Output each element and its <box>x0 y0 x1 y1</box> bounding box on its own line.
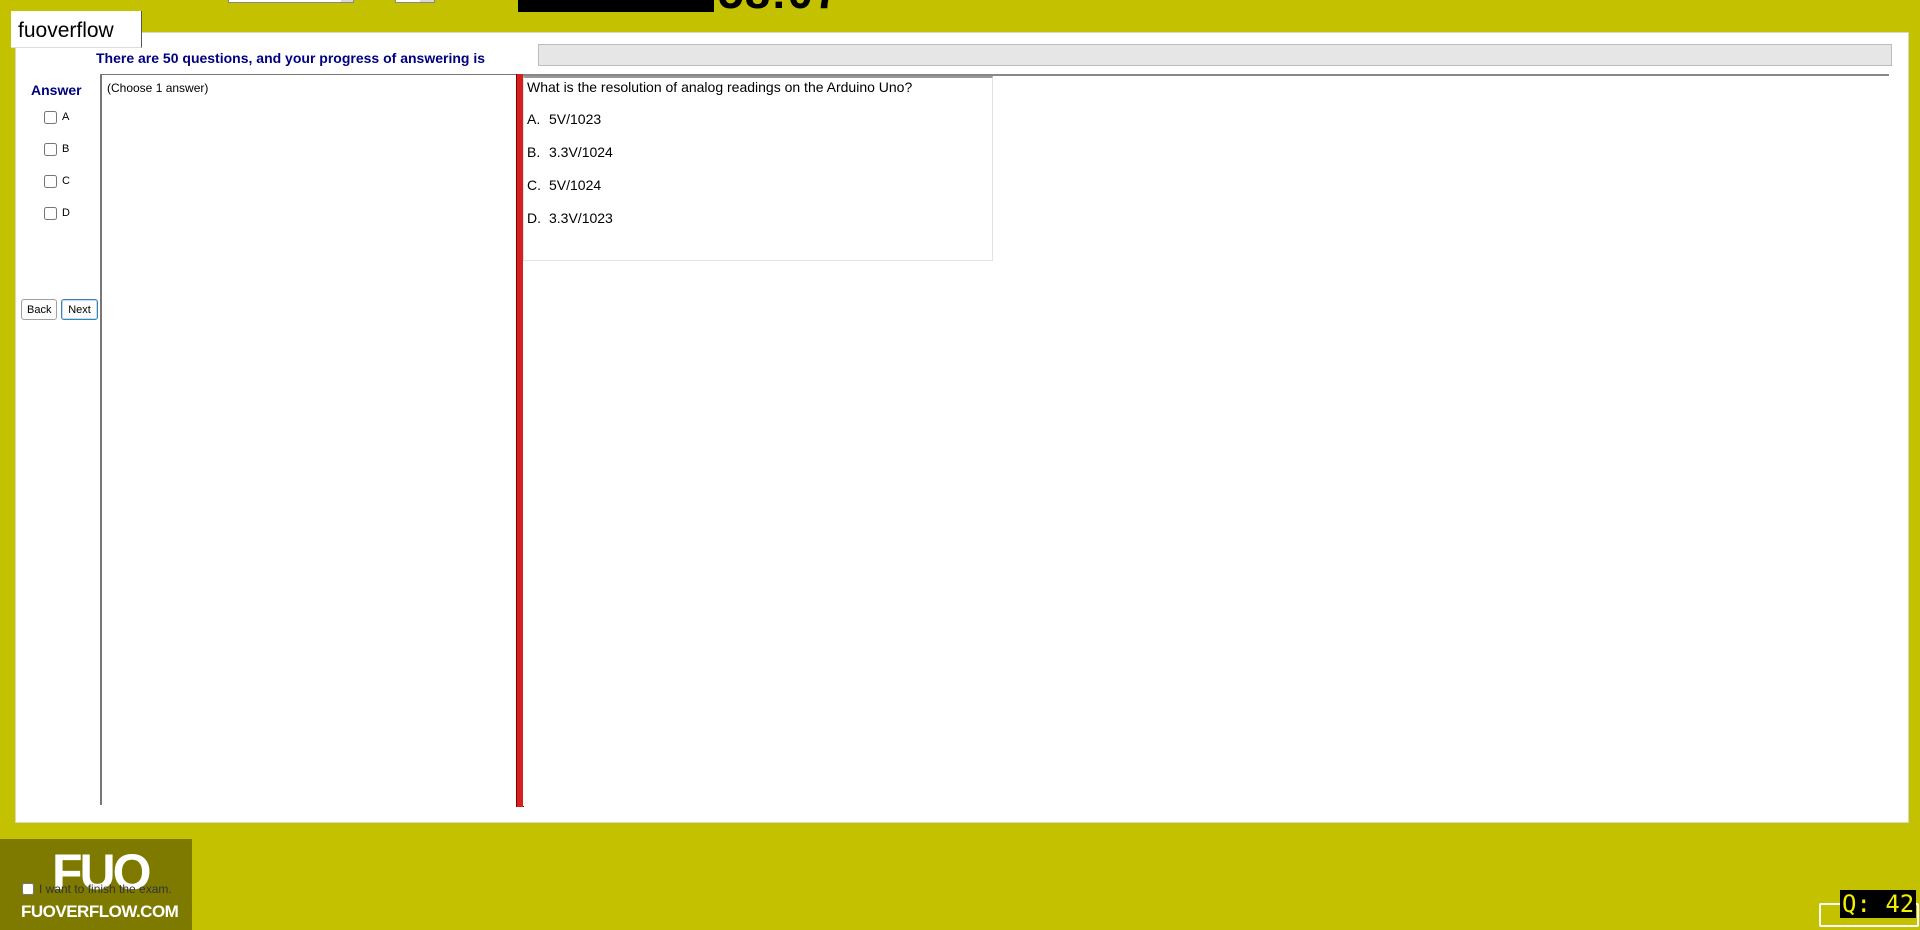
answer-option-a[interactable]: A <box>42 109 69 125</box>
question-text: What is the resolution of analog reading… <box>527 79 913 95</box>
choice-text: 5V/1023 <box>549 111 602 127</box>
choice-text: 5V/1024 <box>549 177 602 193</box>
choice-d: D. 3.3V/1023 <box>527 210 613 226</box>
choose-hint: (Choose 1 answer) <box>107 81 209 95</box>
combo-arrow-icon[interactable] <box>341 0 353 2</box>
exam-code-combo[interactable] <box>228 0 354 3</box>
answer-option-label: A <box>62 111 70 123</box>
logo-site: FUOVERFLOW.COM <box>21 902 179 921</box>
watermark-text: fuoverflow <box>18 19 114 42</box>
choice-text: 3.3V/1024 <box>549 144 613 160</box>
answer-option-b[interactable]: B <box>42 141 69 157</box>
choice-letter: B. <box>527 144 541 160</box>
progress-label: There are 50 questions, and your progres… <box>96 50 485 66</box>
answer-title: Answer <box>31 82 82 98</box>
answer-option-label: D <box>62 207 70 219</box>
progress-bar <box>538 44 1892 66</box>
answer-option-label: C <box>62 175 70 187</box>
question-box <box>523 76 993 261</box>
answer-option-d[interactable]: D <box>42 205 70 221</box>
next-button[interactable]: Next <box>61 299 98 320</box>
spinner-arrow-icon[interactable] <box>420 0 434 2</box>
choice-letter: D. <box>527 210 541 226</box>
answer-option-label: B <box>62 143 70 155</box>
answer-checkbox-a[interactable] <box>44 110 57 124</box>
choice-b: B. 3.3V/1024 <box>527 144 613 160</box>
choice-letter: A. <box>527 111 541 127</box>
choice-text: 3.3V/1023 <box>549 210 613 226</box>
answer-checkbox-d[interactable] <box>44 206 57 220</box>
question-counter: Q: 42 <box>1840 890 1917 918</box>
answer-option-c[interactable]: C <box>42 173 70 189</box>
choice-a: A. 5V/1023 <box>527 111 601 127</box>
finish-exam-checkbox[interactable] <box>22 883 34 895</box>
finish-exam-label: I want to finish the exam. <box>39 882 172 896</box>
back-button[interactable]: Back <box>21 299 57 320</box>
answer-checkbox-c[interactable] <box>44 174 57 188</box>
answer-hint-pane <box>100 74 518 805</box>
choice-c: C. 5V/1024 <box>527 177 601 193</box>
timer-display: 58:07 <box>718 0 841 16</box>
font-size-spinner[interactable] <box>395 0 435 3</box>
timer-background <box>518 0 714 12</box>
finish-exam-option[interactable]: I want to finish the exam. <box>22 882 172 896</box>
answer-checkbox-b[interactable] <box>44 142 57 156</box>
choice-letter: C. <box>527 177 541 193</box>
